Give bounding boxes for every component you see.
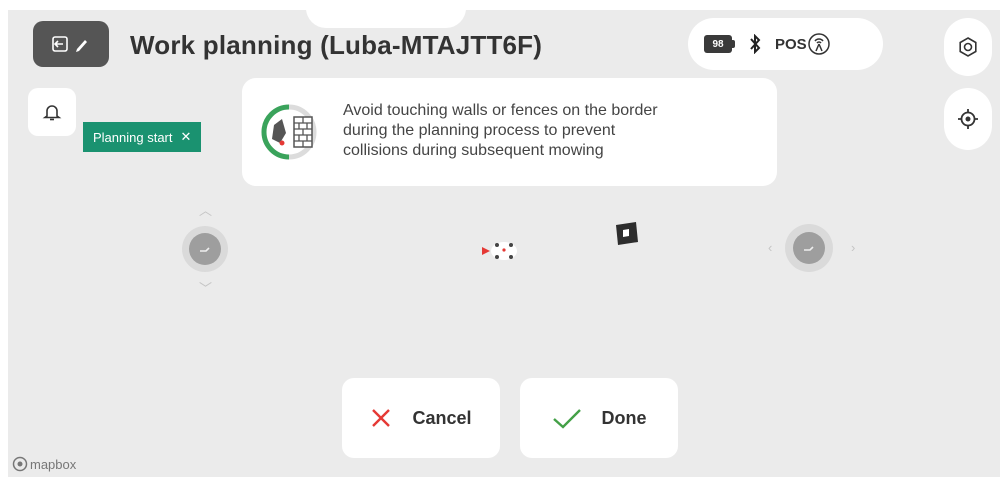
left-joystick[interactable]	[182, 226, 228, 272]
joystick-knob-icon	[200, 247, 210, 252]
locate-target-icon	[958, 109, 978, 129]
mapbox-icon	[12, 456, 28, 472]
tip-line-2: during the planning process to prevent	[343, 122, 616, 139]
tip-line-1: Avoid touching walls or fences on the bo…	[343, 102, 658, 119]
mapbox-logo[interactable]: mapbox	[12, 456, 76, 472]
charging-station-icon	[616, 222, 638, 245]
cancel-button[interactable]: Cancel	[342, 378, 500, 458]
bluetooth-icon	[750, 34, 761, 54]
mower-icon	[482, 242, 517, 260]
mapbox-text: mapbox	[30, 456, 77, 472]
cancel-label: Cancel	[412, 407, 472, 428]
joystick-right-arrow: ›	[851, 240, 856, 255]
checkmark-icon	[552, 409, 581, 429]
exit-edit-icon	[52, 36, 87, 52]
settings-button[interactable]	[944, 18, 992, 76]
joystick-left-arrow: ‹	[768, 240, 773, 255]
bell-icon	[42, 105, 62, 121]
gear-icon	[959, 37, 977, 57]
battery-indicator: 98	[704, 35, 735, 53]
joystick-up-arrow: ︿	[199, 203, 213, 218]
tip-text: Avoid touching walls or fences on the bo…	[343, 101, 658, 161]
chip-label: Planning start	[93, 129, 173, 145]
joystick-knob-icon	[804, 246, 814, 251]
close-icon[interactable]: ✕	[181, 129, 192, 145]
back-button[interactable]	[33, 21, 109, 67]
battery-level: 98	[704, 35, 732, 53]
status-bar[interactable]: 98 POS	[688, 18, 883, 70]
planning-start-chip[interactable]: Planning start ✕	[83, 122, 202, 152]
tip-line-3: collisions during subsequent mowing	[343, 142, 604, 159]
done-label: Done	[601, 407, 647, 428]
notification-button[interactable]	[28, 88, 76, 136]
tip-card: Avoid touching walls or fences on the bo…	[242, 78, 777, 186]
locate-button[interactable]	[944, 88, 992, 150]
page-title: Work planning (Luba-MTAJTT6F)	[130, 30, 543, 60]
pos-label: POS	[775, 35, 807, 53]
mower-wall-icon	[261, 104, 317, 160]
top-handle	[306, 10, 466, 28]
pos-status: POS	[775, 32, 831, 56]
close-icon	[372, 409, 391, 427]
right-joystick[interactable]	[785, 224, 833, 272]
rtk-signal-icon	[807, 33, 830, 55]
done-button[interactable]: Done	[520, 378, 678, 458]
joystick-down-arrow: ﹀	[199, 281, 213, 296]
